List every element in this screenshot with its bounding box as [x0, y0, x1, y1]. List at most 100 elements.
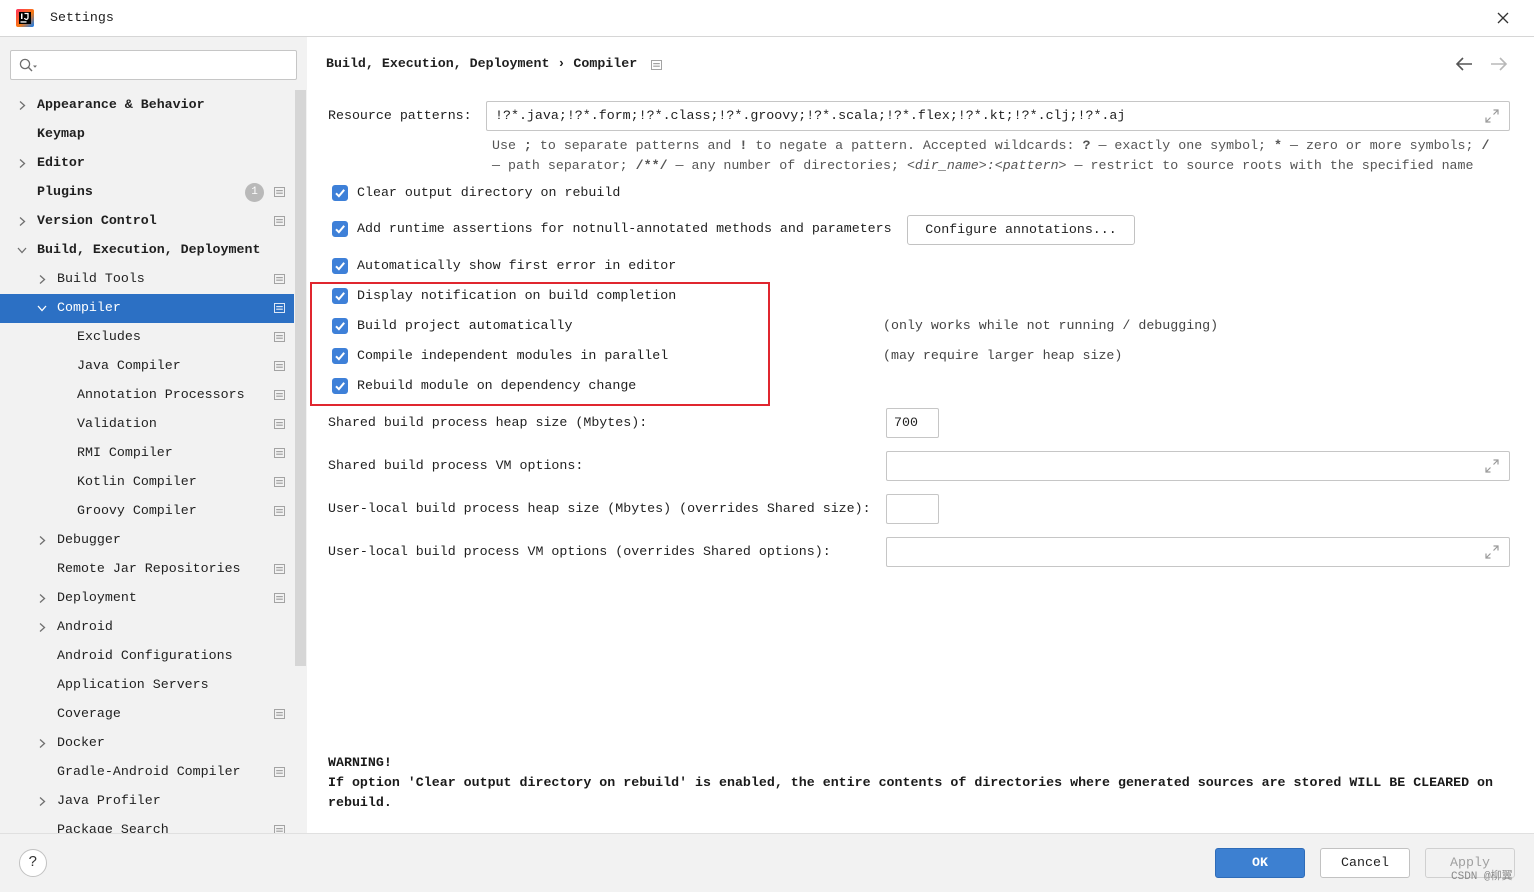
checkbox-label: Clear output directory on rebuild	[357, 185, 621, 200]
warning-text: rebuild.	[328, 795, 392, 810]
forward-arrow-icon[interactable]	[1490, 57, 1508, 71]
sidebar-item-build-execution-deployment[interactable]: Build, Execution, Deployment	[0, 236, 294, 265]
settings-tree: Appearance & Behavior Keymap Editor Plugins…	[0, 91, 294, 833]
resource-patterns-help-line: Use ; to separate patterns and ! to nega…	[492, 136, 1489, 156]
sidebar-item-coverage[interactable]: Coverage	[0, 700, 294, 729]
sidebar-item-label: Android	[57, 619, 113, 634]
sidebar-item-label: Java Profiler	[57, 793, 161, 808]
highlight-box	[310, 282, 770, 406]
breadcrumb-parent[interactable]: Build, Execution, Deployment	[326, 56, 549, 71]
project-settings-icon	[274, 564, 285, 574]
sidebar-item-android-configurations[interactable]: Android Configurations	[0, 642, 294, 671]
sidebar-item-excludes[interactable]: Excludes	[0, 323, 294, 352]
sidebar-item-label: Docker	[57, 735, 105, 750]
project-settings-icon	[274, 448, 285, 458]
sidebar-item-label: Gradle-Android Compiler	[57, 764, 241, 779]
search-input[interactable]	[10, 50, 297, 80]
sidebar-item-label: Keymap	[37, 126, 85, 141]
option-note: (only works while not running / debuggin…	[883, 318, 1219, 333]
user-local-vm-options-input[interactable]	[886, 537, 1510, 567]
project-settings-icon	[274, 709, 285, 719]
expand-icon[interactable]	[1485, 459, 1499, 473]
sidebar-item-docker[interactable]: Docker	[0, 729, 294, 758]
chevron-down-icon[interactable]	[37, 303, 47, 314]
sidebar-item-label: Application Servers	[57, 677, 209, 692]
configure-annotations-button[interactable]: Configure annotations...	[907, 215, 1135, 245]
help-button[interactable]: ?	[19, 849, 47, 877]
project-settings-icon	[274, 825, 285, 833]
chevron-down-icon[interactable]	[17, 245, 27, 256]
warning-title: WARNING!	[328, 755, 392, 770]
project-settings-icon	[274, 593, 285, 603]
sidebar-item-label: Debugger	[57, 532, 121, 547]
sidebar-item-label: Build Tools	[57, 271, 145, 286]
sidebar-item-java-profiler[interactable]: Java Profiler	[0, 787, 294, 816]
checkbox[interactable]	[332, 185, 348, 201]
chevron-right-icon[interactable]	[37, 738, 47, 749]
sidebar-item-version-control[interactable]: Version Control	[0, 207, 294, 236]
checkbox[interactable]	[332, 258, 348, 274]
resource-patterns-input[interactable]: !?*.java;!?*.form;!?*.class;!?*.groovy;!…	[486, 101, 1510, 131]
chevron-right-icon[interactable]	[37, 535, 47, 546]
sidebar-item-appearance-behavior[interactable]: Appearance & Behavior	[0, 91, 294, 120]
project-settings-icon	[274, 419, 285, 429]
help-text: — exactly one symbol;	[1090, 138, 1275, 153]
chevron-right-icon[interactable]	[37, 796, 47, 807]
sidebar-item-compiler[interactable]: Compiler	[0, 294, 294, 323]
checkbox[interactable]	[332, 221, 348, 237]
sidebar-item-deployment[interactable]: Deployment	[0, 584, 294, 613]
option-note: (may require larger heap size)	[883, 348, 1123, 363]
option-show-first-error[interactable]: Automatically show first error in editor	[332, 256, 897, 276]
sidebar-item-label: Android Configurations	[57, 648, 233, 663]
sidebar-item-android[interactable]: Android	[0, 613, 294, 642]
sidebar-item-build-tools[interactable]: Build Tools	[0, 265, 294, 294]
sidebar-item-editor[interactable]: Editor	[0, 149, 294, 178]
cancel-button[interactable]: Cancel	[1320, 848, 1410, 878]
project-settings-icon	[274, 506, 285, 516]
sidebar-item-label: Validation	[77, 416, 157, 431]
shared-vm-options-label: Shared build process VM options:	[328, 458, 584, 473]
chevron-right-icon[interactable]	[17, 216, 27, 227]
checkbox-label: Add runtime assertions for notnull-annot…	[357, 221, 892, 236]
sidebar-item-remote-jar-repositories[interactable]: Remote Jar Repositories	[0, 555, 294, 584]
sidebar-item-gradle-android-compiler[interactable]: Gradle-Android Compiler	[0, 758, 294, 787]
shared-vm-options-input[interactable]	[886, 451, 1510, 481]
ok-button[interactable]: OK	[1215, 848, 1305, 878]
sidebar-scrollbar[interactable]	[295, 90, 306, 666]
user-local-vm-options-label: User-local build process VM options (ove…	[328, 544, 831, 559]
shared-heap-size-label: Shared build process heap size (Mbytes):	[328, 415, 648, 430]
chevron-right-icon[interactable]	[37, 274, 47, 285]
option-add-runtime-assertions[interactable]: Add runtime assertions for notnull-annot…	[332, 219, 897, 239]
sidebar-item-plugins[interactable]: Plugins 1	[0, 178, 294, 207]
user-local-heap-size-label: User-local build process heap size (Mbyt…	[328, 501, 871, 516]
project-settings-icon	[274, 332, 285, 342]
sidebar-item-rmi-compiler[interactable]: RMI Compiler	[0, 439, 294, 468]
expand-icon[interactable]	[1485, 545, 1499, 559]
sidebar-item-annotation-processors[interactable]: Annotation Processors	[0, 381, 294, 410]
close-icon[interactable]	[1495, 10, 1511, 26]
breadcrumb: Build, Execution, Deployment › Compiler	[326, 54, 637, 74]
resource-patterns-value: !?*.java;!?*.form;!?*.class;!?*.groovy;!…	[495, 108, 1126, 123]
chevron-right-icon[interactable]	[37, 622, 47, 633]
sidebar-item-label: Compiler	[57, 300, 121, 315]
back-arrow-icon[interactable]	[1455, 57, 1473, 71]
project-settings-icon	[274, 274, 285, 284]
option-clear-output-directory[interactable]: Clear output directory on rebuild	[332, 183, 897, 203]
breadcrumb-current: Compiler	[573, 56, 638, 71]
project-settings-icon	[274, 390, 285, 400]
sidebar-item-debugger[interactable]: Debugger	[0, 526, 294, 555]
chevron-right-icon[interactable]	[17, 158, 27, 169]
sidebar-item-label: Remote Jar Repositories	[57, 561, 241, 576]
chevron-right-icon[interactable]	[37, 593, 47, 604]
sidebar-item-java-compiler[interactable]: Java Compiler	[0, 352, 294, 381]
chevron-right-icon[interactable]	[17, 100, 27, 111]
sidebar-item-package-search[interactable]: Package Search	[0, 816, 294, 833]
expand-icon[interactable]	[1485, 109, 1499, 123]
sidebar-item-keymap[interactable]: Keymap	[0, 120, 294, 149]
sidebar-item-kotlin-compiler[interactable]: Kotlin Compiler	[0, 468, 294, 497]
sidebar-item-groovy-compiler[interactable]: Groovy Compiler	[0, 497, 294, 526]
user-local-heap-size-input[interactable]	[886, 494, 939, 524]
shared-heap-size-input[interactable]: 700	[886, 408, 939, 438]
sidebar-item-application-servers[interactable]: Application Servers	[0, 671, 294, 700]
sidebar-item-validation[interactable]: Validation	[0, 410, 294, 439]
